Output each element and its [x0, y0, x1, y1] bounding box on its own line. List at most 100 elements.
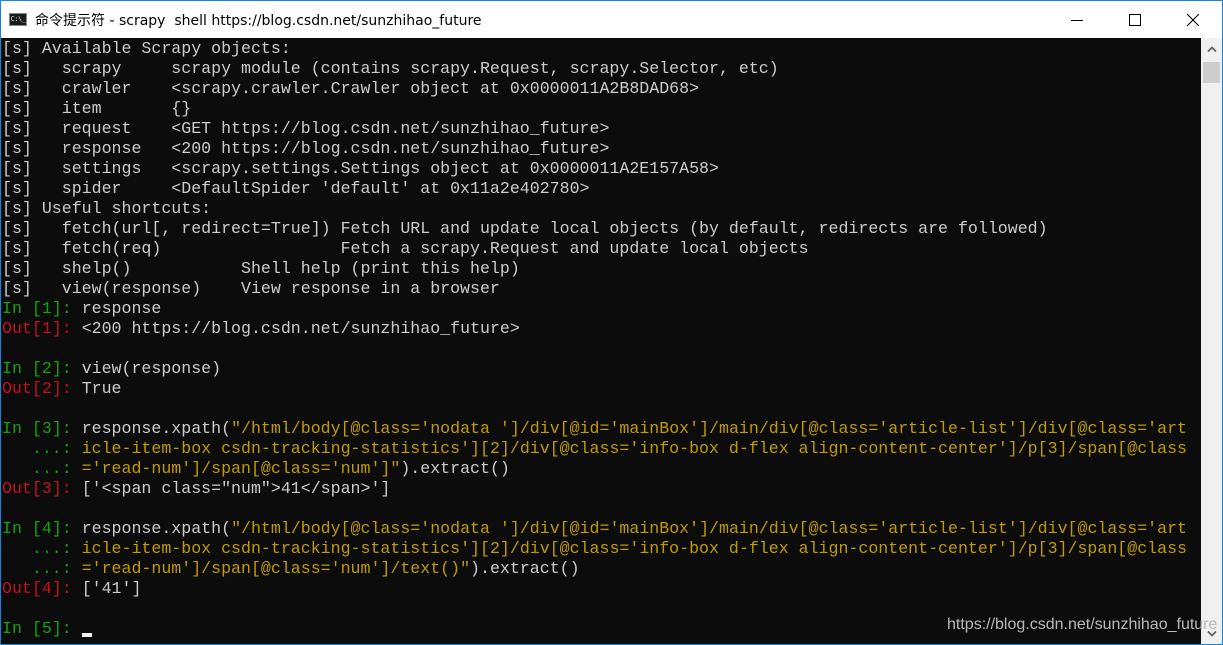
terminal-text-segment: ['<span class="num">41</span>'] — [81, 479, 391, 498]
terminal-text-segment: [s] spider <DefaultSpider 'default' at 0… — [2, 179, 590, 198]
terminal-line: [s] Available Scrapy objects: — [2, 39, 1187, 59]
terminal-output[interactable]: [s] Available Scrapy objects: [s] scrapy … — [1, 38, 1201, 644]
terminal-text-segment: ='read-num']/span[@class='num']/text()" — [81, 559, 471, 578]
terminal-text-segment: ]: — [51, 619, 82, 638]
terminal-line: ...: icle-item-box csdn-tracking-statist… — [2, 439, 1187, 459]
terminal-line: In [1]: response — [2, 299, 1187, 319]
terminal-text-segment: ]: — [51, 579, 82, 598]
terminal-line: [s] Useful shortcuts: — [2, 199, 1187, 219]
terminal-text-segment: 1 — [41, 299, 52, 318]
terminal-text-segment: ...: — [2, 559, 82, 578]
terminal-line: Out[1]: <200 https://blog.csdn.net/sunzh… — [2, 319, 1187, 339]
terminal-text-segment: ]: — [51, 319, 82, 338]
terminal-line: [s] shelp() Shell help (print this help) — [2, 259, 1187, 279]
terminal-text-segment: [s] Available Scrapy objects: — [2, 39, 291, 58]
terminal-text-segment: [s] Useful shortcuts: — [2, 199, 212, 218]
terminal-text-segment: ]: — [51, 359, 82, 378]
window-title: 命令提示符 - scrapy shell https://blog.csdn.n… — [35, 12, 482, 29]
terminal-text-segment: In [ — [2, 419, 42, 438]
terminal-text-segment: In [ — [2, 359, 42, 378]
window-controls — [1048, 1, 1222, 38]
terminal-text-segment: icle-item-box csdn-tracking-statistics']… — [81, 539, 1187, 558]
terminal-text-segment: In [ — [2, 519, 42, 538]
terminal-text-segment: ]: — [51, 479, 82, 498]
title-bar[interactable]: C:\_ 命令提示符 - scrapy shell https://blog.c… — [1, 1, 1222, 38]
terminal-text-segment: ).extract() — [470, 559, 580, 578]
terminal-line: [s] request <GET https://blog.csdn.net/s… — [2, 119, 1187, 139]
terminal-text-segment: ...: — [2, 539, 82, 558]
terminal-text-segment: response.xpath( — [81, 419, 232, 438]
terminal-text-segment: 4 — [41, 579, 52, 598]
terminal-line: [s] crawler <scrapy.crawler.Crawler obje… — [2, 79, 1187, 99]
terminal-text-segment: 3 — [41, 479, 52, 498]
terminal-line: [s] fetch(req) Fetch a scrapy.Request an… — [2, 239, 1187, 259]
terminal-text-segment: True — [81, 379, 122, 398]
minimize-button[interactable] — [1048, 1, 1106, 38]
terminal-text-segment: Out[ — [2, 319, 42, 338]
scrollbar-thumb[interactable] — [1203, 62, 1220, 83]
cmd-app-icon[interactable]: C:\_ — [9, 13, 27, 26]
terminal-line: In [2]: view(response) — [2, 359, 1187, 379]
close-icon — [1187, 13, 1199, 26]
terminal-text-segment: response.xpath( — [81, 519, 232, 538]
terminal-text-segment: Out[ — [2, 579, 42, 598]
terminal-line: Out[4]: ['41'] — [2, 579, 1187, 599]
terminal-text-segment: ).extract() — [400, 459, 510, 478]
terminal-text-segment: ]: — [51, 419, 82, 438]
maximize-button[interactable] — [1106, 1, 1164, 38]
terminal-line: ...: ='read-num']/span[@class='num']/tex… — [2, 559, 1187, 579]
terminal-text-segment: 3 — [41, 419, 52, 438]
terminal-text-segment: ...: — [2, 439, 82, 458]
terminal-text-segment: [s] crawler <scrapy.crawler.Crawler obje… — [2, 79, 700, 98]
terminal-text-segment: [s] settings <scrapy.settings.Settings o… — [2, 159, 719, 178]
terminal-text-segment: 2 — [41, 379, 52, 398]
terminal-line: [s] spider <DefaultSpider 'default' at 0… — [2, 179, 1187, 199]
terminal-text-segment: [s] item {} — [2, 99, 192, 118]
vertical-scrollbar[interactable] — [1201, 38, 1222, 644]
terminal-text-segment: "/html/body[@class='nodata ']/div[@id='m… — [231, 419, 1188, 438]
watermark: https://blog.csdn.net/sunzhihao_future — [947, 616, 1218, 633]
terminal-text-segment: 4 — [41, 519, 52, 538]
scroll-up-button[interactable] — [1201, 38, 1222, 59]
terminal-text-segment: 2 — [41, 359, 52, 378]
terminal-text-segment: "/html/body[@class='nodata ']/div[@id='m… — [231, 519, 1188, 538]
terminal-line: In [4]: response.xpath("/html/body[@clas… — [2, 519, 1187, 539]
terminal-text-segment: ]: — [51, 379, 82, 398]
maximize-icon — [1129, 13, 1141, 26]
terminal-text-segment: [s] fetch(req) Fetch a scrapy.Request an… — [2, 239, 809, 258]
terminal-line: ...: ='read-num']/span[@class='num']").e… — [2, 459, 1187, 479]
terminal-text-segment: response — [81, 299, 162, 318]
terminal-line: [s] fetch(url[, redirect=True]) Fetch UR… — [2, 219, 1187, 239]
terminal-line: ...: icle-item-box csdn-tracking-statist… — [2, 539, 1187, 559]
terminal-text-segment: 1 — [41, 319, 52, 338]
terminal-text-segment: ='read-num']/span[@class='num']" — [81, 459, 401, 478]
terminal-text-segment: [s] scrapy scrapy module (contains scrap… — [2, 59, 779, 78]
cmd-icon-glyph: C:\_ — [10, 15, 26, 23]
close-button[interactable] — [1164, 1, 1222, 38]
terminal-text-segment: view(response) — [81, 359, 222, 378]
minimize-icon — [1071, 19, 1083, 21]
terminal-line: Out[3]: ['<span class="num">41</span>'] — [2, 479, 1187, 499]
terminal-line: [s] scrapy scrapy module (contains scrap… — [2, 59, 1187, 79]
chevron-up-icon — [1206, 45, 1217, 52]
terminal-text-segment: In [ — [2, 299, 42, 318]
block-cursor — [81, 633, 92, 637]
terminal-text-segment: ]: — [51, 299, 82, 318]
terminal-text-segment: Out[ — [2, 379, 42, 398]
terminal-line: [s] response <200 https://blog.csdn.net/… — [2, 139, 1187, 159]
terminal-text-segment: [s] view(response) View response in a br… — [2, 279, 500, 298]
terminal-text-segment: [s] request <GET https://blog.csdn.net/s… — [2, 119, 610, 138]
console-window: C:\_ 命令提示符 - scrapy shell https://blog.c… — [0, 0, 1223, 645]
terminal-text-segment: ['41'] — [81, 579, 142, 598]
terminal-line: Out[2]: True — [2, 379, 1187, 399]
terminal-line: [s] item {} — [2, 99, 1187, 119]
terminal-text-segment: ...: — [2, 459, 82, 478]
terminal-text-segment: Out[ — [2, 479, 42, 498]
terminal-text-segment: 5 — [41, 619, 52, 638]
terminal-text-segment: ]: — [51, 519, 82, 538]
terminal-text-segment: [s] fetch(url[, redirect=True]) Fetch UR… — [2, 219, 1048, 238]
terminal-text-segment: <200 https://blog.csdn.net/sunzhihao_fut… — [81, 319, 520, 338]
